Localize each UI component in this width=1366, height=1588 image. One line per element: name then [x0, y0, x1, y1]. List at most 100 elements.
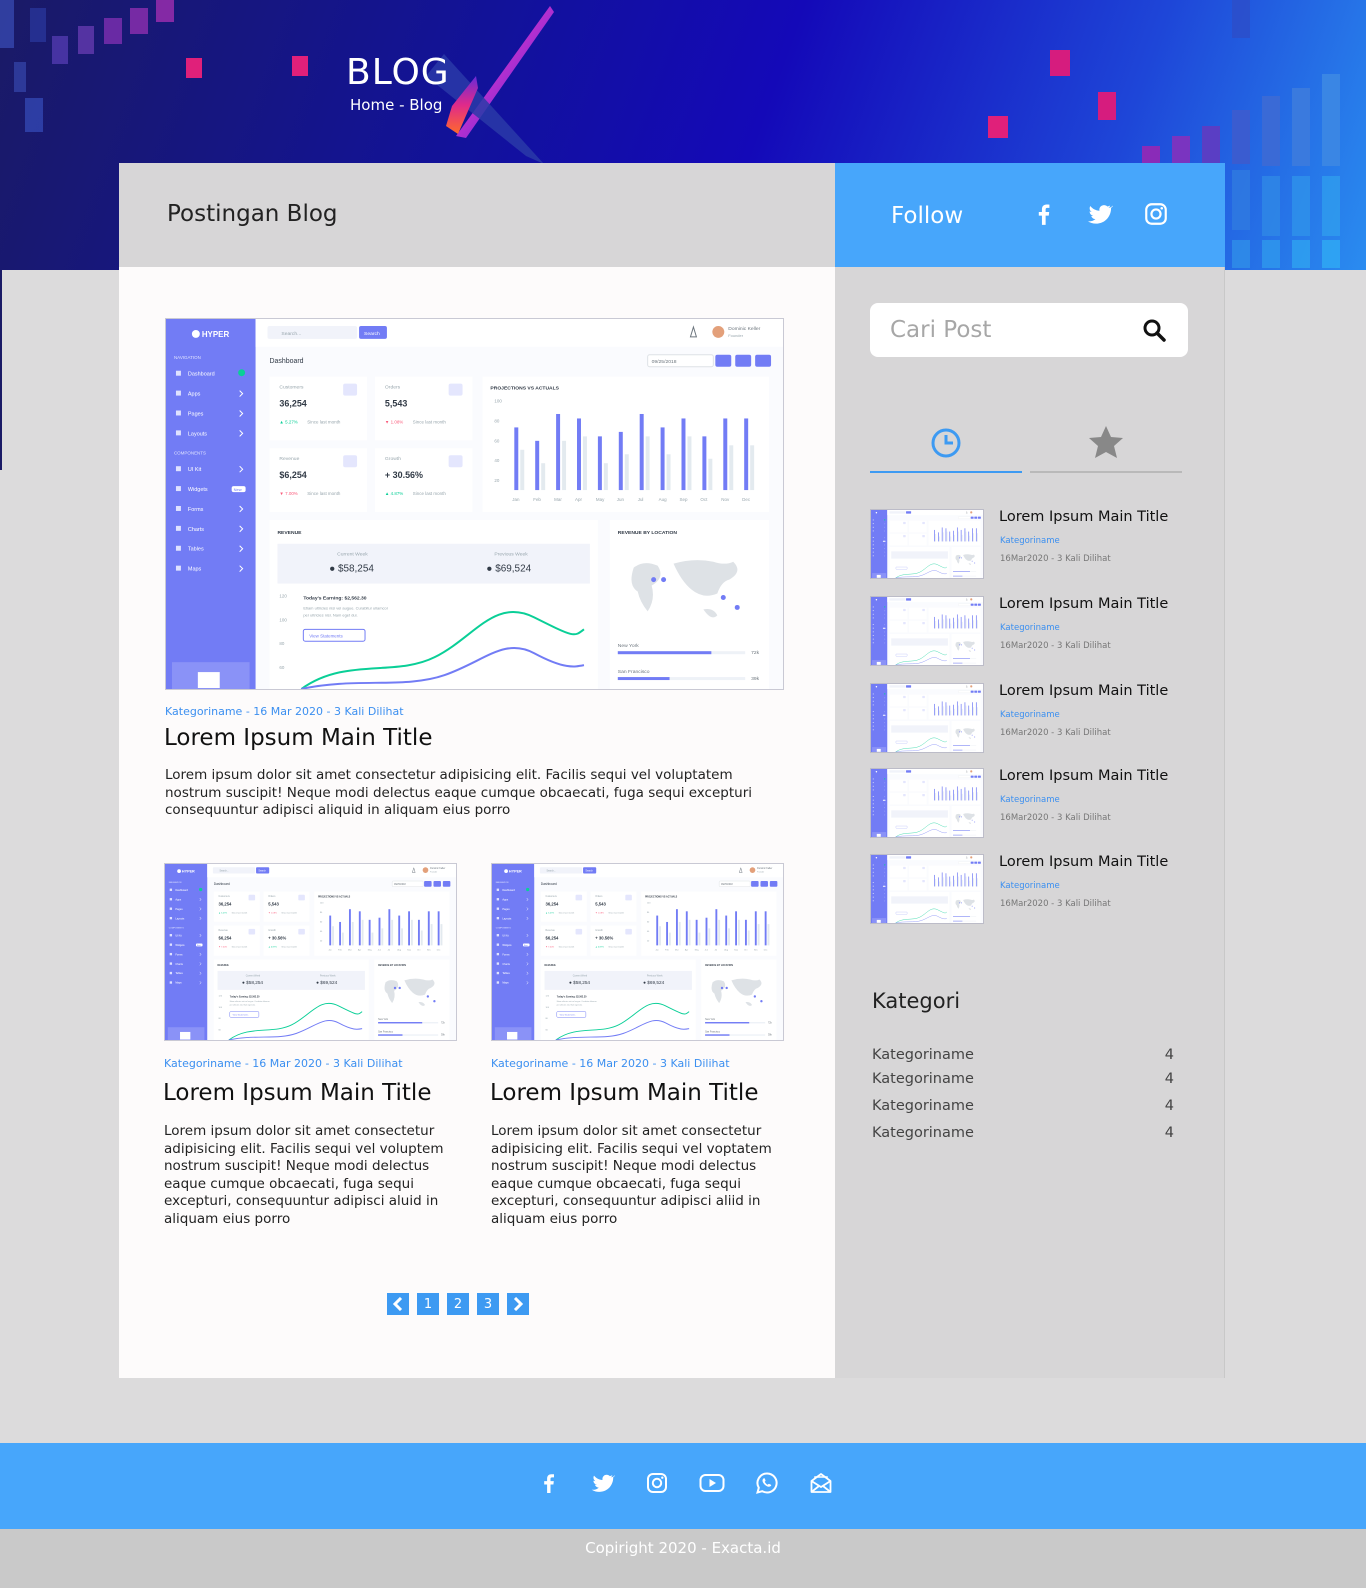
search-icon[interactable] [1142, 318, 1166, 342]
post-title[interactable]: Lorem Ipsum Main Title [490, 1080, 758, 1106]
preview-text: Today's Earning: $2,562.30 [557, 996, 587, 998]
preview-stat-value: $6,254 [546, 936, 560, 941]
twitter-icon[interactable] [591, 1471, 615, 1495]
preview-bar [961, 534, 963, 542]
recent-post-category[interactable]: Kategoriname [1000, 710, 1060, 720]
preview-app-name: HYPER [182, 870, 195, 874]
kategori-name[interactable]: Kategoriname [872, 1071, 974, 1087]
post-image[interactable]: HYPER NAVIGATION Dashboard Apps Pages Layouts… [164, 863, 457, 1041]
preview-text: Today's Earning: $2,562.30 [303, 595, 366, 601]
preview-text: Orders [385, 385, 401, 391]
recent-post-category[interactable]: Kategoriname [1000, 623, 1060, 633]
preview-bar [958, 618, 959, 629]
preview-bar [757, 924, 760, 946]
preview-bar [945, 702, 947, 716]
preview-bar [949, 705, 951, 716]
preview-bar [935, 621, 937, 629]
list-item[interactable]: Lorem Ipsum Main Title Kategoriname 16Ma… [870, 768, 1190, 838]
preview-bar [972, 528, 973, 542]
recent-post-title[interactable]: Lorem Ipsum Main Title [999, 768, 1168, 784]
youtube-icon[interactable] [699, 1471, 725, 1495]
copyright-bar: Copiright 2020 - Exacta.id [0, 1529, 1366, 1588]
preview-text: 20 [494, 478, 499, 483]
breadcrumb[interactable]: Home - Blog [350, 96, 442, 114]
preview-text: Founder [728, 333, 743, 338]
preview-text: Search... [219, 871, 229, 873]
preview-bar [938, 877, 939, 887]
email-icon[interactable] [809, 1471, 833, 1495]
page-2-button[interactable]: 2 [447, 1293, 469, 1315]
preview-text: Dominic Keller [757, 868, 772, 870]
dashboard-preview [871, 597, 983, 665]
list-item[interactable]: Lorem Ipsum Main Title Kategoriname 16Ma… [870, 596, 1190, 666]
facebook-icon[interactable] [1031, 201, 1057, 227]
featured-post-title[interactable]: Lorem Ipsum Main Title [164, 725, 432, 751]
preview-text: Etiam ultricies nisi vel augue. Curabitu… [303, 605, 388, 610]
recent-post-thumbnail[interactable] [870, 768, 984, 838]
recent-post-title[interactable]: Lorem Ipsum Main Title [999, 509, 1168, 525]
follow-bar: Follow [835, 163, 1225, 267]
page-3-button[interactable]: 3 [477, 1293, 499, 1315]
kategori-item[interactable]: Kategoriname 4 [872, 1047, 1174, 1067]
kategori-name[interactable]: Kategoriname [872, 1047, 974, 1063]
recent-post-thumbnail[interactable] [870, 596, 984, 666]
post-meta[interactable]: Kategoriname - 16 Mar 2020 - 3 Kali Dili… [164, 1057, 403, 1070]
recent-post-title[interactable]: Lorem Ipsum Main Title [999, 854, 1168, 870]
preview-bar [941, 614, 943, 629]
recent-post-category[interactable]: Kategoriname [1000, 795, 1060, 805]
list-item[interactable]: Lorem Ipsum Main Title Kategoriname 16Ma… [870, 854, 1190, 924]
preview-text: ▲ 4.87% [385, 491, 403, 496]
page-1-button[interactable]: 1 [417, 1293, 439, 1315]
facebook-icon[interactable] [537, 1471, 561, 1495]
recent-post-category[interactable]: Kategoriname [1000, 881, 1060, 891]
recent-post-meta: 16Mar2020 - 3 Kali Dilihat [1000, 728, 1111, 738]
recent-post-thumbnail[interactable] [870, 854, 984, 924]
next-page-button[interactable] [507, 1293, 529, 1315]
instagram-icon[interactable] [645, 1471, 669, 1495]
kategori-heading: Kategori [872, 989, 961, 1013]
tab-recent[interactable] [870, 423, 1022, 473]
preview-text: Apps [175, 897, 182, 901]
preview-bar [969, 794, 971, 801]
post-image[interactable]: HYPER NAVIGATION Dashboard Apps Pages Layouts… [491, 863, 784, 1041]
preview-bar [935, 708, 937, 716]
tab-popular[interactable] [1030, 423, 1182, 473]
page-title: Postingan Blog [167, 201, 338, 227]
featured-post-meta[interactable]: Kategoriname - 16 Mar 2020 - 3 Kali Dili… [165, 705, 404, 718]
preview-text: ▼ 7.00% [279, 491, 297, 496]
whatsapp-icon[interactable] [755, 1471, 779, 1495]
twitter-icon[interactable] [1087, 201, 1113, 227]
kategori-item[interactable]: Kategoriname 4 [872, 1125, 1174, 1145]
post-meta[interactable]: Kategoriname - 16 Mar 2020 - 3 Kali Dili… [491, 1057, 730, 1070]
kategori-item[interactable]: Kategoriname 4 [872, 1071, 1174, 1091]
preview-bar [939, 536, 940, 542]
recent-post-thumbnail[interactable] [870, 683, 984, 753]
preview-bar [934, 874, 935, 887]
recent-post-category[interactable]: Kategoriname [1000, 536, 1060, 546]
kategori-count: 4 [1164, 1098, 1174, 1114]
kategori-name[interactable]: Kategoriname [872, 1098, 974, 1114]
prev-page-button[interactable] [387, 1293, 409, 1315]
preview-bar [975, 873, 977, 887]
recent-post-thumbnail[interactable] [870, 509, 984, 579]
blog-logo[interactable]: BLOG Home - Blog [346, 6, 586, 166]
preview-bar [685, 911, 688, 946]
search-input[interactable] [890, 315, 1130, 345]
list-item[interactable]: Lorem Ipsum Main Title Kategoriname 16Ma… [870, 683, 1190, 753]
post-title[interactable]: Lorem Ipsum Main Title [163, 1080, 431, 1106]
recent-post-title[interactable]: Lorem Ipsum Main Title [999, 596, 1168, 612]
preview-bar [942, 877, 944, 887]
post-excerpt: Lorem ipsum dolor sit amet consectetur a… [491, 1123, 772, 1227]
list-item[interactable]: Lorem Ipsum Main Title Kategoriname 16Ma… [870, 509, 1190, 579]
featured-post-image[interactable]: HYPER NAVIGATION Dashboard Apps Pages Layouts… [165, 318, 784, 690]
preview-stat-value: 36,254 [219, 902, 233, 907]
preview-text: COMPONENTS [169, 927, 185, 929]
instagram-icon[interactable] [1143, 201, 1169, 227]
preview-bar [942, 791, 944, 801]
preview-bar [964, 528, 966, 542]
preview-bar [968, 790, 970, 801]
recent-post-title[interactable]: Lorem Ipsum Main Title [999, 683, 1168, 699]
kategori-item[interactable]: Kategoriname 4 [872, 1098, 1174, 1118]
preview-bar [972, 702, 973, 716]
kategori-name[interactable]: Kategoriname [872, 1125, 974, 1141]
